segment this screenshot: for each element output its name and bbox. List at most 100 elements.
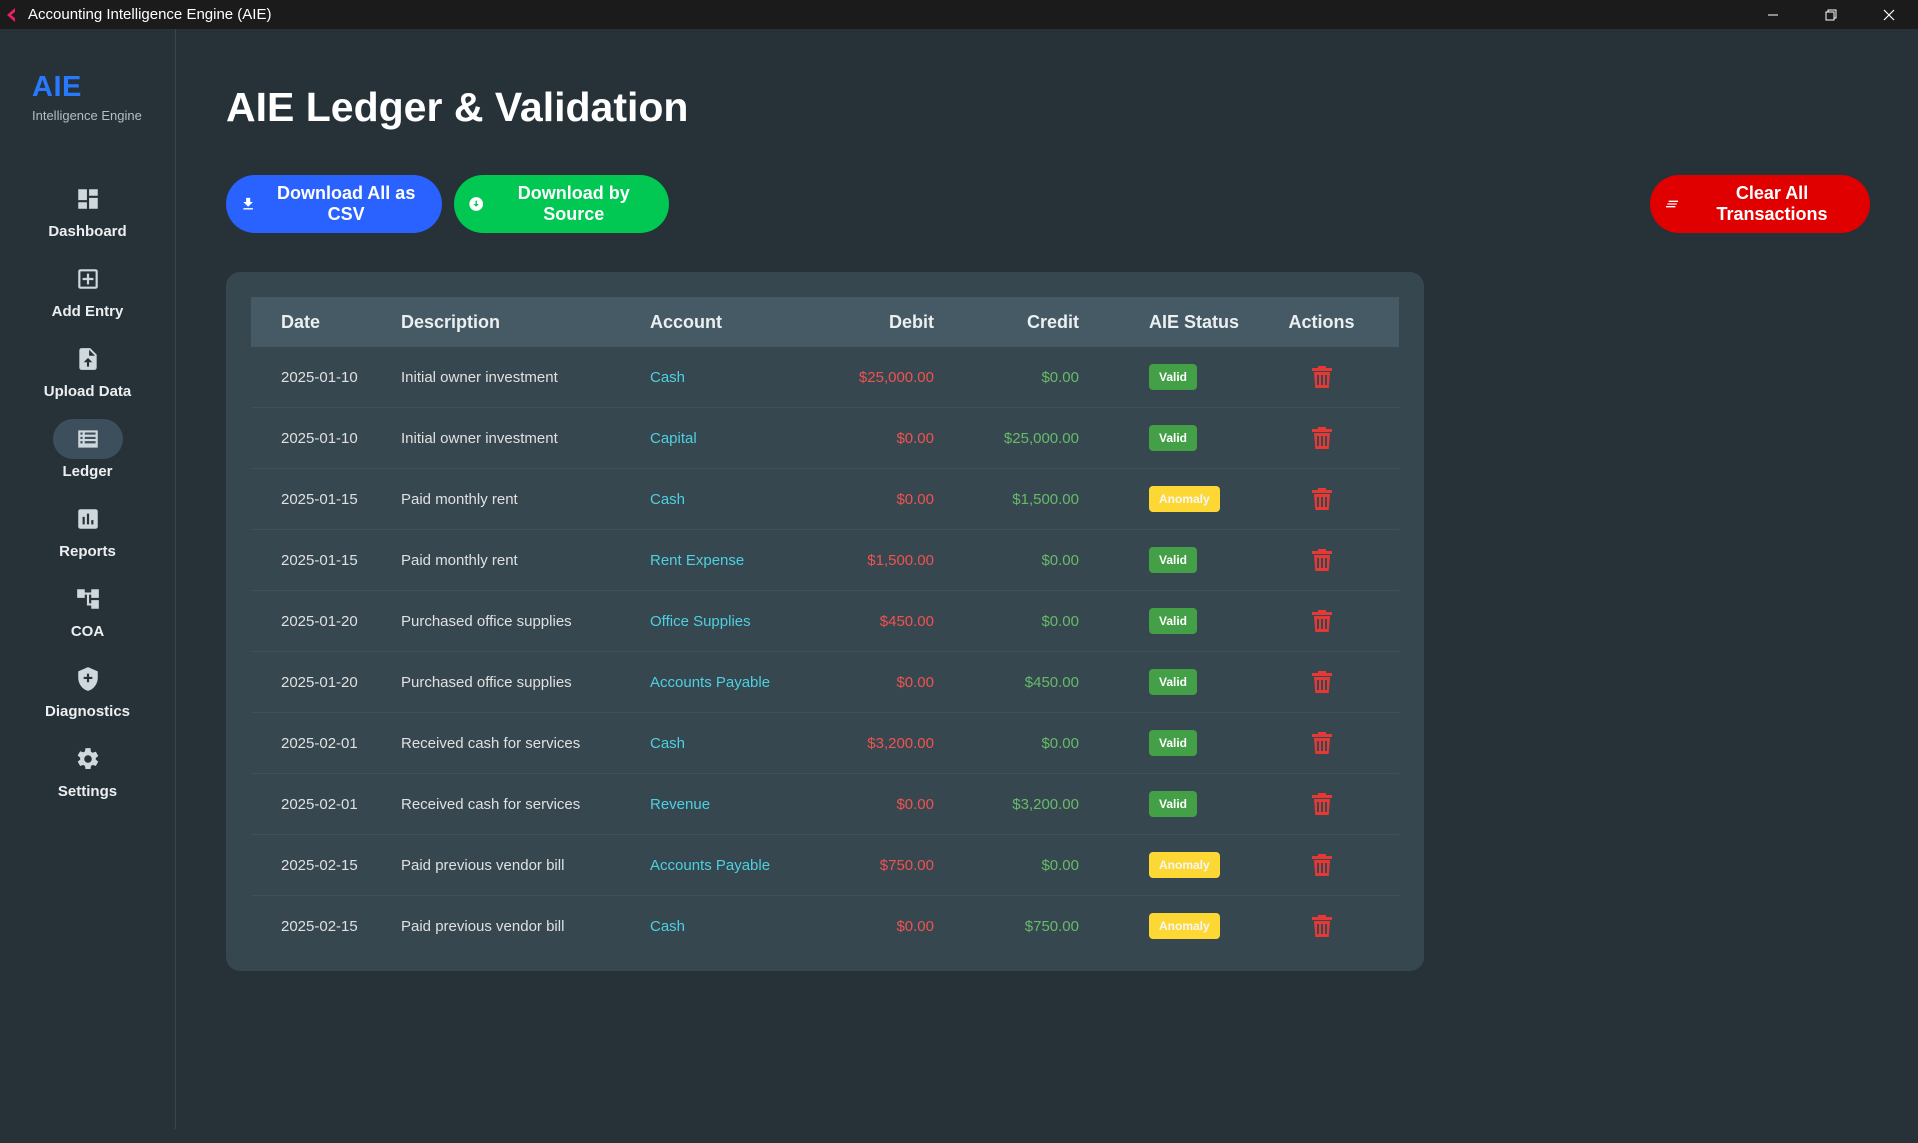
cell-account: Rent Expense xyxy=(650,529,813,591)
cell-actions xyxy=(1244,347,1399,408)
brand-title: AIE xyxy=(32,71,82,103)
delete-row-button[interactable] xyxy=(1244,732,1399,754)
delete-row-button[interactable] xyxy=(1244,915,1399,937)
sidebar-item-diagnostics[interactable]: Diagnostics xyxy=(0,659,175,739)
cell-account: Office Supplies xyxy=(650,590,813,652)
table-row: 2025-01-20 Purchased office supplies Accou… xyxy=(251,651,1399,713)
status-badge: Valid xyxy=(1149,547,1198,573)
column-header-date[interactable]: Date xyxy=(251,297,401,347)
download-by-source-label: Download by Source xyxy=(517,183,630,224)
cell-actions xyxy=(1244,407,1399,469)
page-title: AIE Ledger & Validation xyxy=(226,84,689,130)
status-badge: Anomaly xyxy=(1149,852,1220,878)
cell-aie-status: Anomaly xyxy=(1079,468,1244,530)
cell-aie-status: Anomaly xyxy=(1079,834,1244,896)
cell-credit: $0.00 xyxy=(934,712,1079,774)
sidebar-item-dashboard[interactable]: Dashboard xyxy=(0,179,175,259)
brand-subtitle: Intelligence Engine xyxy=(32,108,142,123)
delete-row-button[interactable] xyxy=(1244,549,1399,571)
ledger-card: Date Description Account Debit Credit AI… xyxy=(226,272,1424,971)
restore-button[interactable] xyxy=(1802,0,1860,29)
cell-credit: $0.00 xyxy=(934,347,1079,408)
clear-all-transactions-button[interactable]: Clear All Transactions xyxy=(1650,175,1870,233)
cell-debit: $0.00 xyxy=(813,651,934,713)
app-logo-icon xyxy=(7,7,15,22)
cell-account: Accounts Payable xyxy=(650,651,813,713)
trash-icon xyxy=(1244,732,1399,754)
cell-debit: $1,500.00 xyxy=(813,529,934,591)
cell-account: Cash xyxy=(650,917,686,935)
status-badge: Anomaly xyxy=(1149,486,1220,512)
cell-aie-status: Valid xyxy=(1079,712,1244,774)
delete-row-button[interactable] xyxy=(1244,793,1399,815)
download-icon xyxy=(243,197,253,210)
brand: AIE Intelligence Engine xyxy=(32,71,142,123)
cell-aie-status: Valid xyxy=(1079,347,1244,408)
delete-row-button[interactable] xyxy=(1244,488,1399,510)
delete-row-button[interactable] xyxy=(1244,854,1399,876)
table-row: 2025-02-01 Received cash for services Cash… xyxy=(251,712,1399,774)
trash-icon xyxy=(1244,610,1399,632)
sidebar-item-coa[interactable]: COA xyxy=(0,579,175,659)
cell-date: 2025-02-01 xyxy=(251,773,401,835)
column-header-aie-status[interactable]: AIE Status xyxy=(1079,297,1244,347)
trash-icon xyxy=(1244,671,1399,693)
trash-icon xyxy=(1244,549,1399,571)
trash-icon xyxy=(1244,427,1399,449)
sidebar-item-upload-data[interactable]: Upload Data xyxy=(0,339,175,419)
cell-date: 2025-01-10 xyxy=(251,347,401,408)
trash-icon xyxy=(1244,366,1399,388)
delete-row-button[interactable] xyxy=(1244,610,1399,632)
table-row: 2025-02-15 Paid previous vendor bill Cash $… xyxy=(251,896,1399,957)
trash-icon xyxy=(1244,915,1399,937)
cell-actions xyxy=(1244,896,1399,957)
table-row: 2025-01-20 Purchased office supplies Offic… xyxy=(251,590,1399,652)
cell-date: 2025-02-15 xyxy=(281,917,358,935)
column-header-credit[interactable]: Credit xyxy=(934,297,1079,347)
status-badge: Valid xyxy=(1149,791,1198,817)
dashboard-icon xyxy=(53,179,123,219)
close-icon xyxy=(1883,9,1895,20)
cell-description: Paid monthly rent xyxy=(401,468,650,530)
clear-all-label: Clear All Transactions xyxy=(1716,183,1828,224)
cell-debit: $0.00 xyxy=(813,468,934,530)
cell-account: Cash xyxy=(650,347,813,408)
cell-actions xyxy=(1244,773,1399,835)
cell-aie-status: Valid xyxy=(1079,407,1244,469)
cell-description: Purchased office supplies xyxy=(401,590,650,652)
download-by-source-button[interactable]: Download by Source xyxy=(454,175,669,233)
sidebar-item-label: Dashboard xyxy=(48,223,127,240)
status-badge: Valid xyxy=(1149,364,1198,390)
sidebar: AIE Intelligence Engine Dashboard Add En… xyxy=(0,29,176,1129)
column-header-description[interactable]: Description xyxy=(401,297,650,347)
trash-icon xyxy=(1244,854,1399,876)
close-window-button[interactable] xyxy=(1860,0,1918,29)
cell-debit: $25,000.00 xyxy=(813,347,934,408)
cell-debit: $750.00 xyxy=(813,834,934,896)
column-header-debit[interactable]: Debit xyxy=(813,297,934,347)
account-tree-icon xyxy=(53,579,123,619)
cell-date: 2025-02-01 xyxy=(251,712,401,774)
sidebar-item-reports[interactable]: Reports xyxy=(0,499,175,579)
download-csv-button[interactable]: Download All as CSV xyxy=(226,175,442,233)
cell-credit: $1,500.00 xyxy=(934,468,1079,530)
delete-row-button[interactable] xyxy=(1244,427,1399,449)
cell-credit: $0.00 xyxy=(934,529,1079,591)
delete-row-button[interactable] xyxy=(1244,366,1399,388)
cell-debit: $0.00 xyxy=(813,773,934,835)
cell-date: 2025-01-10 xyxy=(251,407,401,469)
sidebar-item-label: COA xyxy=(70,623,105,640)
cell-account: Accounts Payable xyxy=(650,834,813,896)
status-badge: Valid xyxy=(1149,425,1198,451)
sidebar-item-label: Upload Data xyxy=(43,383,132,400)
sidebar-item-add-entry[interactable]: Add Entry xyxy=(0,259,175,339)
delete-row-button[interactable] xyxy=(1244,671,1399,693)
sidebar-item-ledger[interactable]: Ledger xyxy=(0,419,175,499)
sidebar-item-settings[interactable]: Settings xyxy=(0,739,175,819)
column-header-account[interactable]: Account xyxy=(650,297,813,347)
minimize-button[interactable] xyxy=(1744,0,1802,29)
cell-description: Purchased office supplies xyxy=(401,651,650,713)
trash-icon xyxy=(1244,488,1399,510)
cell-aie-status: Valid xyxy=(1079,651,1244,713)
gear-icon xyxy=(53,739,123,779)
